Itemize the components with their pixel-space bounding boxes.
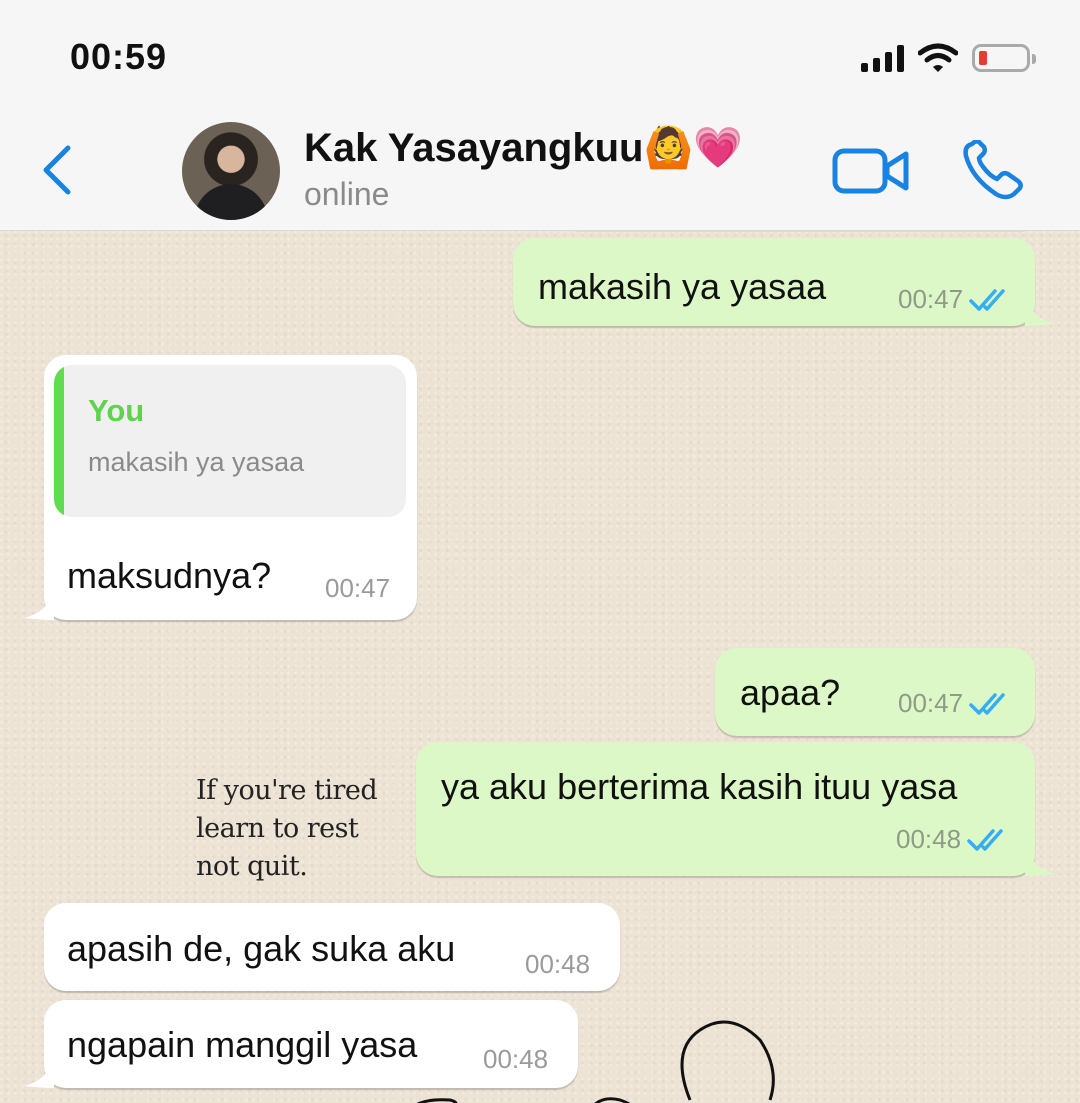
message-text: ya aku berterima kasih ituu yasa <box>441 766 958 807</box>
message-incoming[interactable]: apasih de, gak suka aku 00:48 <box>44 903 620 991</box>
message-outgoing[interactable]: apaa? 00:47 <box>715 648 1035 736</box>
contact-status: online <box>304 176 390 212</box>
message-incoming[interactable]: ngapain manggil yasa 00:48 <box>24 1000 578 1088</box>
message-meta: 00:47 <box>898 284 1015 315</box>
bubble-tail <box>1025 846 1055 876</box>
message-meta: 00:48 <box>483 1044 548 1075</box>
message-outgoing[interactable]: makasih ya yasaa 00:47 <box>513 238 1055 326</box>
message-text: maksudnya? <box>67 555 272 596</box>
read-ticks-icon <box>967 828 1003 851</box>
message-time: 00:47 <box>898 688 964 718</box>
message-text: makasih ya yasaa <box>538 266 827 307</box>
status-icons <box>861 38 1036 78</box>
message-time: 00:48 <box>483 1044 549 1074</box>
chat-header: 00:59 Kak Yasayangkuu🙆💗 online <box>0 0 1080 231</box>
message-outgoing[interactable]: ya aku berterima kasih ituu yasa 00:48 <box>416 742 1055 876</box>
wifi-icon <box>918 43 958 72</box>
bubble-tail <box>24 1058 54 1088</box>
reply-author: You <box>88 393 145 428</box>
phone-icon[interactable] <box>960 140 1026 202</box>
bubble-tail <box>24 590 54 620</box>
message-text: apasih de, gak suka aku <box>67 928 456 969</box>
read-ticks-icon <box>969 692 1005 715</box>
message-meta: 00:48 <box>896 824 1013 855</box>
message-meta: 00:48 <box>525 949 590 980</box>
wallpaper-quote-line: not quit. <box>196 851 308 882</box>
cellular-signal-icon <box>861 44 904 72</box>
message-text: apaa? <box>740 672 841 713</box>
video-camera-icon[interactable] <box>832 146 910 196</box>
reply-text: makasih ya yasaa <box>88 447 305 477</box>
bubble-tail <box>1025 296 1055 326</box>
wallpaper-quote: If you're tired learn to rest not quit. <box>196 772 378 886</box>
reply-accent-bar <box>54 365 64 517</box>
message-text: ngapain manggil yasa <box>67 1024 418 1065</box>
contact-avatar[interactable] <box>182 122 280 220</box>
back-chevron-icon[interactable] <box>38 140 78 200</box>
message-meta: 00:47 <box>325 573 390 604</box>
status-time: 00:59 <box>70 36 168 77</box>
read-ticks-icon <box>969 288 1005 311</box>
contact-name-text: Kak Yasayangkuu <box>304 126 644 170</box>
message-meta: 00:47 <box>898 688 1015 719</box>
message-time: 00:48 <box>896 824 962 854</box>
quoted-reply[interactable]: You makasih ya yasaa <box>54 365 406 517</box>
message-incoming-reply[interactable]: You makasih ya yasaa maksudnya? 00:47 <box>24 355 417 620</box>
wallpaper-quote-line: If you're tired <box>196 775 378 806</box>
chat-area[interactable]: If you're tired learn to rest not quit. … <box>0 230 1080 1103</box>
message-time: 00:48 <box>525 949 591 979</box>
contact-name[interactable]: Kak Yasayangkuu🙆💗 <box>304 124 743 171</box>
message-time: 00:47 <box>325 573 391 603</box>
contact-name-emoji: 🙆💗 <box>643 126 744 170</box>
message-time: 00:47 <box>898 284 964 314</box>
wallpaper-quote-line: learn to rest <box>196 813 359 844</box>
battery-icon <box>972 44 1036 72</box>
